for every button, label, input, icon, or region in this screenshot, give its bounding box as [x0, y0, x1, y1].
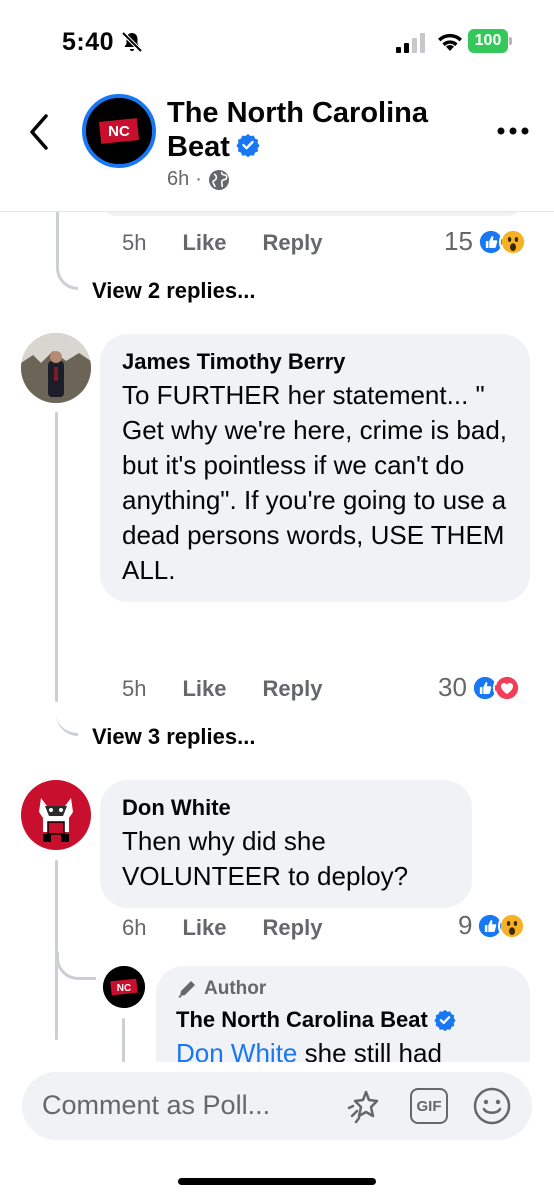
svg-text:NC: NC — [108, 123, 130, 140]
comment-time: 6h — [122, 915, 147, 940]
reaction-summary[interactable]: 9 — [458, 910, 527, 941]
author-badge: Author — [176, 978, 510, 1000]
globe-icon — [208, 169, 229, 190]
wolf-mascot-avatar — [21, 780, 91, 850]
comment-bubble: Don White Then why did she VOLUNTEER to … — [100, 780, 472, 908]
comment-actions: 6h Like Reply — [122, 915, 358, 941]
love-reaction-icon — [492, 673, 521, 702]
sticker-sparkle-icon[interactable] — [346, 1086, 386, 1126]
mention-link[interactable]: Don White — [176, 1038, 297, 1062]
gif-icon[interactable]: GIF — [410, 1088, 448, 1124]
page-title-line1: The North Carolina — [167, 97, 429, 129]
reply-thread-connector — [56, 952, 96, 980]
verified-badge-icon — [434, 1009, 456, 1031]
view-replies-link[interactable]: View 2 replies... — [92, 278, 255, 304]
post-header: NC The North Carolina Beat 6h · — [0, 84, 554, 212]
wifi-icon — [438, 33, 462, 51]
comment-author-name: The North Carolina Beat — [176, 1007, 428, 1032]
comment-composer[interactable]: Comment as Poll... GIF — [22, 1072, 532, 1140]
reaction-count: 30 — [438, 672, 467, 702]
more-options-icon[interactable] — [496, 126, 530, 136]
reply-thread-connector — [56, 212, 78, 290]
comment-thread: 5h Like Reply 15 View 2 replies... James… — [0, 212, 554, 1062]
nc-beat-logo-icon: NC — [103, 966, 145, 1008]
author-badge-label: Author — [204, 978, 267, 999]
svg-text:NC: NC — [117, 983, 131, 994]
prev-comment-actions: 5h Like Reply — [122, 230, 358, 256]
reply-button[interactable]: Reply — [263, 230, 323, 256]
like-button[interactable]: Like — [182, 915, 226, 941]
reaction-count: 15 — [444, 226, 473, 256]
comment-input-placeholder[interactable]: Comment as Poll... — [42, 1090, 270, 1121]
view-replies-link[interactable]: View 3 replies... — [92, 724, 255, 750]
like-button[interactable]: Like — [182, 230, 226, 256]
battery-cap — [509, 37, 512, 45]
avatar[interactable] — [21, 780, 91, 850]
post-time: 6h — [167, 168, 190, 190]
comment-text: Don White she still had — [176, 1036, 510, 1062]
page-avatar[interactable]: NC — [82, 94, 156, 168]
nc-beat-logo-icon: NC — [86, 98, 152, 164]
back-arrow-icon[interactable] — [24, 112, 54, 152]
wow-reaction-icon — [498, 227, 527, 256]
reply-button[interactable]: Reply — [263, 676, 323, 702]
comment-text: Then why did she VOLUNTEER to deploy? — [122, 826, 409, 891]
reply-button[interactable]: Reply — [263, 915, 323, 941]
reply-thread-connector — [56, 692, 78, 736]
thread-line — [122, 1018, 125, 1062]
like-button[interactable]: Like — [182, 676, 226, 702]
verified-badge-icon — [236, 134, 260, 158]
home-indicator[interactable] — [178, 1178, 376, 1185]
battery-indicator: 100 — [468, 29, 508, 53]
avatar[interactable] — [21, 333, 91, 403]
page-title-line2: Beat — [167, 131, 230, 163]
comment-author[interactable]: James Timothy Berry — [122, 348, 508, 376]
emoji-icon[interactable] — [472, 1086, 512, 1126]
cell-signal-icon — [396, 33, 425, 53]
post-meta: 6h · — [167, 168, 230, 191]
comment-bubble: Author The North Carolina Beat Don White… — [156, 966, 530, 1062]
comment-bubble: James Timothy Berry To FURTHER her state… — [100, 334, 530, 602]
comment-time: 5h — [122, 230, 147, 255]
page-title[interactable]: The North Carolina Beat — [167, 96, 467, 164]
james-avatar-photo — [21, 333, 91, 403]
reaction-summary[interactable]: 30 — [438, 672, 521, 703]
comment-time: 5h — [122, 676, 147, 701]
comment-text: To FURTHER her statement... " Get why we… — [122, 380, 507, 585]
status-bar: 5:40 100 — [0, 0, 554, 84]
pen-icon — [178, 981, 195, 998]
clock: 5:40 — [62, 28, 115, 56]
prev-comment-bubble-edge — [100, 212, 524, 216]
thread-line — [55, 412, 58, 702]
silent-bell-icon — [121, 31, 143, 53]
reaction-count: 9 — [458, 910, 473, 940]
thread-line — [55, 860, 58, 1040]
comment-author[interactable]: The North Carolina Beat — [176, 1006, 510, 1034]
avatar[interactable]: NC — [103, 966, 145, 1008]
comment-author[interactable]: Don White — [122, 794, 450, 822]
meta-separator: · — [195, 168, 202, 190]
comment-text-body: she still had — [297, 1038, 442, 1062]
comment-actions: 5h Like Reply — [122, 676, 358, 702]
wow-reaction-icon — [498, 911, 527, 940]
reaction-summary[interactable]: 15 — [444, 226, 527, 257]
